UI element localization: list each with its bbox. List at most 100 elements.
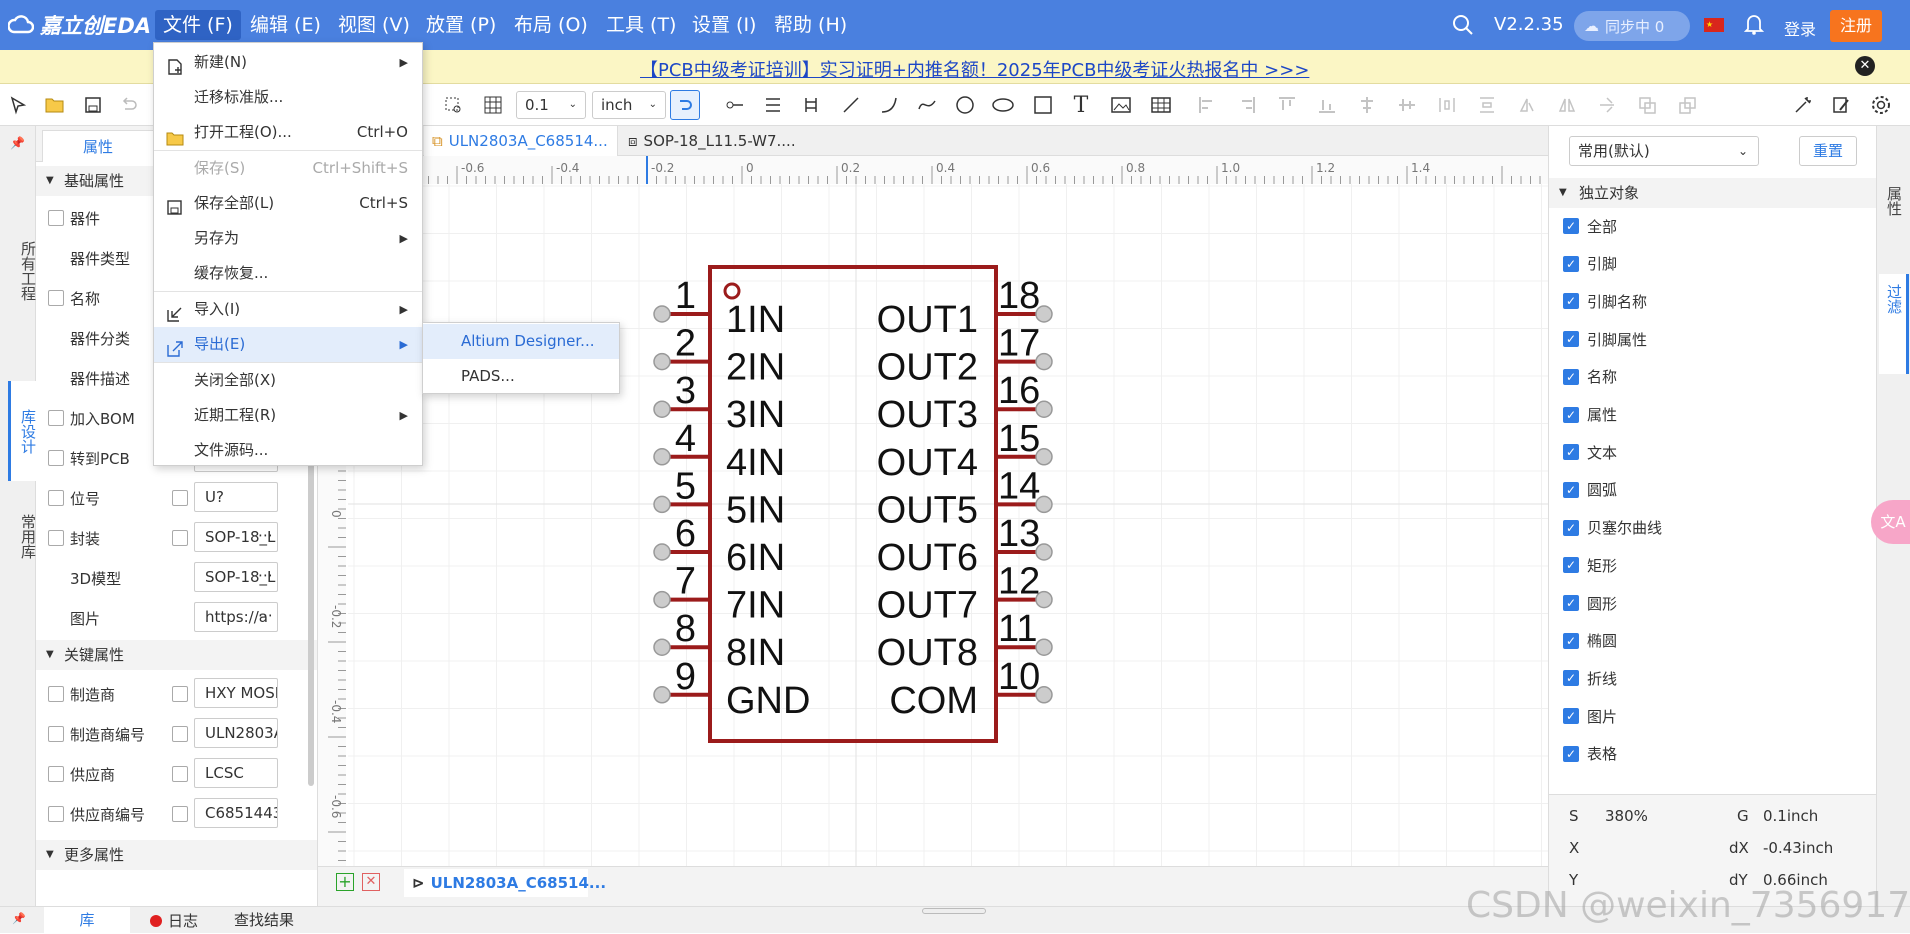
- circle-tool-icon[interactable]: [950, 90, 980, 120]
- file-menu-item-open-project[interactable]: 打开工程(O)... Ctrl+O: [154, 115, 422, 150]
- menu-edit[interactable]: 编辑 (E): [242, 10, 329, 40]
- pin-tool-icon[interactable]: [720, 90, 750, 120]
- snap-toggle-icon[interactable]: [670, 90, 700, 120]
- tab-symbol-uln2803a[interactable]: ⧉ ULN2803A_C68514...: [424, 126, 618, 156]
- file-menu-item-save-all[interactable]: 保存全部(L) Ctrl+S: [154, 186, 422, 221]
- checkbox[interactable]: [172, 726, 188, 742]
- file-menu-item-migrate[interactable]: 迁移标准版...: [154, 80, 422, 115]
- supplier-pn-input[interactable]: C6851443: [194, 798, 278, 828]
- file-menu-item-close-all[interactable]: 关闭全部(X): [154, 363, 422, 398]
- menu-settings[interactable]: 设置 (I): [684, 10, 764, 40]
- bus-icon[interactable]: [796, 90, 826, 120]
- filter-item[interactable]: ✓ 圆形: [1563, 590, 1617, 616]
- filter-item[interactable]: ✓ 全部: [1563, 213, 1617, 239]
- checkbox-checked-icon[interactable]: ✓: [1563, 632, 1579, 649]
- checkbox-checked-icon[interactable]: ✓: [1563, 255, 1579, 272]
- checkbox[interactable]: [48, 410, 64, 426]
- align-middle-icon[interactable]: [1392, 90, 1422, 120]
- checkbox-checked-icon[interactable]: ✓: [1563, 670, 1579, 687]
- filter-item[interactable]: ✓ 矩形: [1563, 552, 1617, 578]
- align-right-icon[interactable]: [1232, 90, 1262, 120]
- filter-item[interactable]: ✓ 名称: [1563, 364, 1617, 390]
- file-menu-item-new[interactable]: 新建(N) ▶: [154, 45, 422, 80]
- tab-properties[interactable]: 属性: [42, 130, 154, 162]
- arc-tool-icon[interactable]: [874, 90, 904, 120]
- bring-front-icon[interactable]: [1632, 90, 1662, 120]
- checkbox-checked-icon[interactable]: ✓: [1563, 368, 1579, 385]
- gear-icon[interactable]: [1866, 90, 1896, 120]
- section-independent-objects[interactable]: ▼ 独立对象: [1549, 178, 1877, 208]
- delete-icon[interactable]: ✕: [362, 873, 380, 891]
- menu-layout[interactable]: 布局 (O): [506, 10, 596, 40]
- add-icon[interactable]: +: [336, 873, 354, 891]
- grid-size-select[interactable]: 0.1 ⌄: [516, 91, 586, 119]
- unit-select[interactable]: inch ⌄: [592, 91, 666, 119]
- designator-input[interactable]: U?: [194, 482, 278, 512]
- tab-common-lib[interactable]: 常用库: [8, 486, 37, 586]
- filter-item[interactable]: ✓ 贝塞尔曲线: [1563, 515, 1662, 541]
- checkbox[interactable]: [48, 450, 64, 466]
- menu-view[interactable]: 视图 (V): [330, 10, 418, 40]
- filter-item[interactable]: ✓ 表格: [1563, 741, 1617, 767]
- area-select-icon[interactable]: [438, 90, 468, 120]
- rotate-icon[interactable]: [1512, 90, 1542, 120]
- login-link[interactable]: 登录: [1784, 16, 1816, 40]
- bezier-tool-icon[interactable]: [912, 90, 942, 120]
- search-icon[interactable]: [1452, 14, 1474, 40]
- menu-tools[interactable]: 工具 (T): [598, 10, 684, 40]
- manufacturer-input[interactable]: HXY MOSFET: [194, 678, 278, 708]
- tab-footprint-sop18[interactable]: ⧈ SOP-18_L11.5-W7....: [620, 126, 820, 156]
- align-top-icon[interactable]: [1272, 90, 1302, 120]
- filter-item[interactable]: ✓ 圆弧: [1563, 477, 1617, 503]
- export-pads-item[interactable]: PADS...: [423, 359, 619, 394]
- canvas-drawing[interactable]: -0.8-0.6-0.4-0.200.20.40.60.81.01.21.40-…: [318, 156, 1548, 866]
- file-menu-item-recent-projects[interactable]: 近期工程(R) ▶: [154, 398, 422, 433]
- tab-all-projects[interactable]: 所有工程: [8, 176, 37, 366]
- checkbox-checked-icon[interactable]: ✓: [1563, 444, 1579, 461]
- filter-item[interactable]: ✓ 文本: [1563, 439, 1617, 465]
- distribute-h-icon[interactable]: [1432, 90, 1462, 120]
- checkbox[interactable]: [172, 530, 188, 546]
- panel-resize-handle[interactable]: [922, 908, 986, 914]
- checkbox[interactable]: [48, 726, 64, 742]
- distribute-v-icon[interactable]: [1472, 90, 1502, 120]
- ellipse-tool-icon[interactable]: [988, 90, 1018, 120]
- sync-status-badge[interactable]: ☁ 同步中 0: [1574, 11, 1690, 41]
- section-more[interactable]: ▼ 更多属性: [36, 840, 317, 870]
- filter-item[interactable]: ✓ 图片: [1563, 703, 1617, 729]
- grid-icon[interactable]: [478, 90, 508, 120]
- flip-icon[interactable]: [1592, 90, 1622, 120]
- filter-item[interactable]: ✓ 属性: [1563, 402, 1617, 428]
- reset-button[interactable]: 重置: [1799, 136, 1857, 166]
- checkbox[interactable]: [48, 290, 64, 306]
- close-icon[interactable]: ✕: [1855, 56, 1875, 76]
- image-tool-icon[interactable]: [1106, 90, 1136, 120]
- checkbox-checked-icon[interactable]: ✓: [1563, 481, 1579, 498]
- canvas-tab-symbol[interactable]: ⊳ ULN2803A_C68514...: [404, 869, 606, 897]
- filter-item[interactable]: ✓ 引脚名称: [1563, 288, 1647, 314]
- edit-symbol-icon[interactable]: [1826, 90, 1856, 120]
- section-key[interactable]: ▼ 关键属性: [36, 640, 317, 670]
- file-menu-item-import[interactable]: 导入(I) ▶: [154, 292, 422, 327]
- mirror-icon[interactable]: [1552, 90, 1582, 120]
- checkbox-checked-icon[interactable]: ✓: [1563, 331, 1579, 348]
- checkbox[interactable]: [48, 530, 64, 546]
- open-folder-icon[interactable]: [40, 90, 70, 120]
- checkbox-checked-icon[interactable]: ✓: [1563, 218, 1579, 234]
- supplier-input[interactable]: LCSC: [194, 758, 278, 788]
- filter-item[interactable]: ✓ 椭圆: [1563, 628, 1617, 654]
- tab-library[interactable]: 库: [44, 907, 130, 934]
- more-icon[interactable]: ⋯: [258, 526, 273, 544]
- select-tool-icon[interactable]: [4, 90, 34, 120]
- tab-lib-design[interactable]: 库设计: [8, 381, 37, 481]
- checkbox[interactable]: [172, 806, 188, 822]
- checkbox[interactable]: [172, 490, 188, 506]
- tab-search-results[interactable]: 查找结果: [234, 907, 294, 934]
- checkbox-checked-icon[interactable]: ✓: [1563, 293, 1579, 310]
- pin-array-icon[interactable]: [758, 90, 788, 120]
- line-tool-icon[interactable]: [836, 90, 866, 120]
- translate-float-icon[interactable]: 文A: [1871, 500, 1910, 544]
- china-flag-icon[interactable]: ★: [1704, 18, 1724, 32]
- align-bottom-icon[interactable]: [1312, 90, 1342, 120]
- checkbox-checked-icon[interactable]: ✓: [1563, 557, 1579, 574]
